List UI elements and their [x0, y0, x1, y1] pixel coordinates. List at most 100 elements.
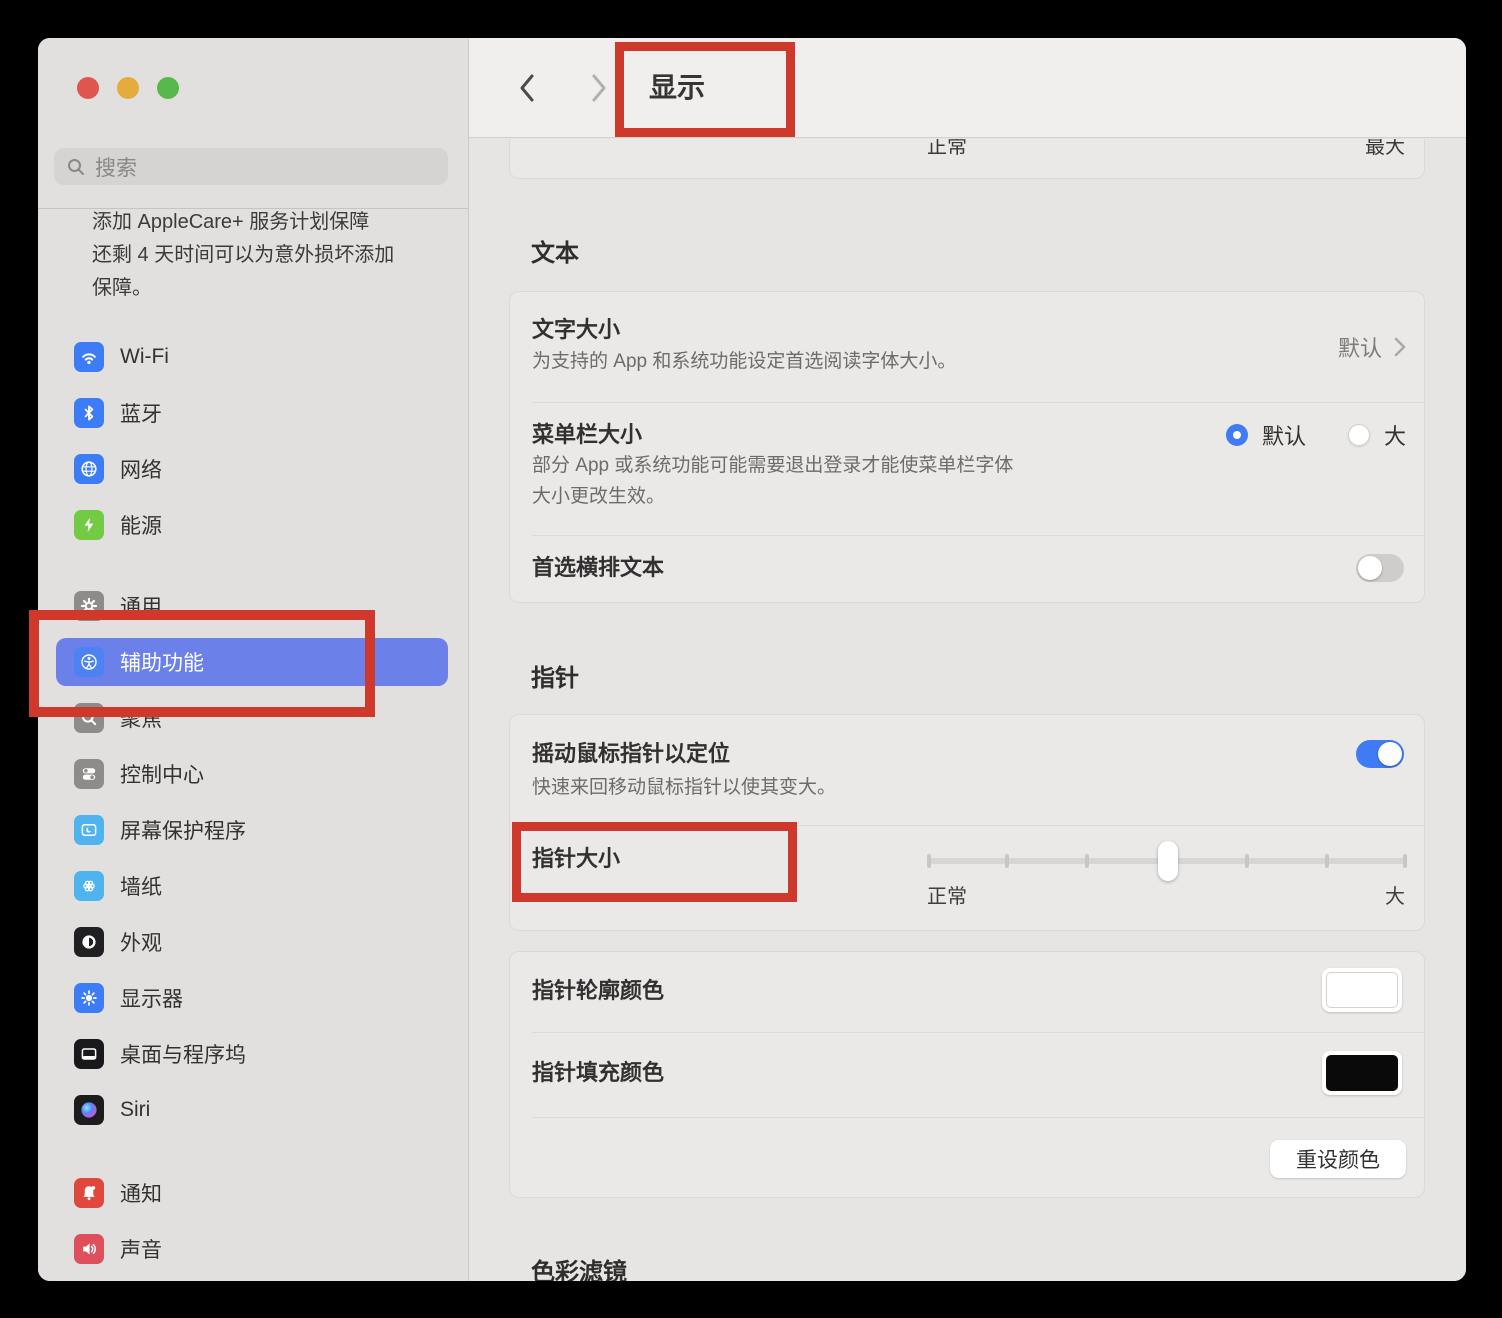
sidebar-item-siri[interactable]: Siri [56, 1086, 448, 1134]
wrap-text-toggle[interactable] [1356, 554, 1404, 582]
siri-icon [74, 1095, 104, 1125]
applecare-line3: 保障。 [92, 272, 454, 305]
shake-to-locate-title: 摇动鼠标指针以定位 [532, 741, 730, 767]
applecare-line1: 添加 AppleCare+ 服务计划保障 [92, 209, 454, 239]
fill-color-swatch[interactable] [1322, 1051, 1402, 1095]
toggles-icon [74, 759, 104, 789]
applecare-banner[interactable]: 添加 AppleCare+ 服务计划保障 还剩 4 天时间可以为意外损坏添加 保… [92, 209, 454, 321]
sidebar-item-displays[interactable]: 显示器 [56, 974, 448, 1022]
slider-tick [927, 854, 931, 868]
slider-tick [1245, 854, 1249, 868]
chevron-right-icon [591, 74, 607, 102]
sidebar-item-wallpaper[interactable]: 墙纸 [56, 862, 448, 910]
bell-icon [74, 1178, 104, 1208]
text-size-description: 为支持的 App 和系统功能设定首选阅读字体大小。 [532, 352, 956, 371]
slider-tick [1005, 854, 1009, 868]
pointer-size-slider[interactable] [927, 841, 1407, 881]
chevron-right-icon [1394, 337, 1406, 357]
text-size-title: 文字大小 [532, 317, 620, 343]
magnifier-icon [74, 703, 104, 733]
shake-to-locate-toggle[interactable] [1356, 740, 1404, 768]
wrap-text-title: 首选横排文本 [532, 555, 664, 581]
sun-icon [74, 983, 104, 1013]
sidebar-item-notifications[interactable]: 通知 [56, 1169, 448, 1217]
outline-color-title: 指针轮廓颜色 [532, 978, 664, 1004]
sidebar-item-screen-saver[interactable]: 屏幕保护程序 [56, 806, 448, 854]
speaker-icon [74, 1234, 104, 1264]
slider-max-label: 大 [1385, 887, 1405, 907]
menubar-size-description-2: 大小更改生效。 [532, 487, 665, 506]
pointer-card: 摇动鼠标指针以定位 快速来回移动鼠标指针以使其变大。 指针大小 正常 [509, 714, 1425, 931]
radio-default[interactable] [1226, 424, 1248, 446]
sidebar-item-wifi[interactable]: Wi-Fi [56, 333, 448, 381]
text-card: 文字大小 为支持的 App 和系统功能设定首选阅读字体大小。 默认 菜单栏大小 … [509, 291, 1425, 603]
outline-color-swatch[interactable] [1322, 968, 1402, 1012]
menubar-size-title: 菜单栏大小 [532, 422, 642, 448]
divider [532, 535, 1424, 536]
window-controls [77, 77, 179, 99]
text-size-value: 默认 [1338, 331, 1382, 363]
bluetooth-icon [74, 398, 104, 428]
sidebar-item-appearance[interactable]: 外观 [56, 918, 448, 966]
menubar-size-radio-group: 默认 大 [1226, 421, 1406, 449]
slider-tick [1085, 854, 1089, 868]
settings-window: 搜索 添加 AppleCare+ 服务计划保障 还剩 4 天时间可以为意外损坏添… [38, 38, 1466, 1281]
sidebar-item-desktop-dock[interactable]: 桌面与程序坞 [56, 1030, 448, 1078]
bolt-icon [74, 510, 104, 540]
divider [532, 825, 1424, 826]
divider [532, 1117, 1424, 1118]
back-button[interactable] [519, 74, 535, 107]
color-filters-heading: 色彩滤镜 [531, 1261, 627, 1281]
swatch-white [1326, 972, 1398, 1008]
text-size-value-button[interactable]: 默认 [1338, 331, 1406, 363]
sidebar-item-bluetooth[interactable]: 蓝牙 [56, 389, 448, 437]
toggle-knob [1358, 556, 1382, 580]
scroll-content: 正常 最大 文本 文字大小 为支持的 App 和系统功能设定首选阅读字体大小。 … [469, 139, 1466, 1281]
pointer-section-heading: 指针 [531, 667, 579, 691]
peek-left-label: 正常 [927, 139, 967, 157]
applecare-line2: 还剩 4 天时间可以为意外损坏添加 [92, 239, 454, 272]
radio-large-label: 大 [1384, 419, 1406, 451]
search-icon [66, 157, 86, 177]
pointer-size-title: 指针大小 [532, 846, 620, 872]
search-input[interactable]: 搜索 [54, 148, 448, 185]
wifi-icon [74, 342, 104, 372]
sidebar-item-sound[interactable]: 声音 [56, 1225, 448, 1273]
menubar-size-description-1: 部分 App 或系统功能可能需要退出登录才能使菜单栏字体 [532, 456, 1013, 475]
sidebar-item-spotlight[interactable]: 聚焦 [56, 694, 448, 742]
search-placeholder: 搜索 [95, 152, 137, 182]
screensaver-icon [74, 815, 104, 845]
page-title: 显示 [649, 38, 705, 138]
contrast-icon [74, 927, 104, 957]
accessibility-icon [74, 647, 104, 677]
zoom-button[interactable] [157, 77, 179, 99]
sidebar-item-network[interactable]: 网络 [56, 445, 448, 493]
toggle-knob [1378, 742, 1402, 766]
peek-card: 正常 最大 [509, 139, 1425, 179]
swatch-black [1326, 1055, 1398, 1091]
forward-button[interactable] [591, 74, 607, 107]
peek-right-label: 最大 [1365, 139, 1405, 157]
slider-thumb[interactable] [1158, 841, 1178, 881]
gear-icon [74, 591, 104, 621]
toolbar: 显示 [469, 38, 1466, 138]
close-button[interactable] [77, 77, 99, 99]
slider-tick [1325, 854, 1329, 868]
sidebar-item-accessibility[interactable]: 辅助功能 [56, 638, 448, 686]
shake-to-locate-description: 快速来回移动鼠标指针以使其变大。 [532, 778, 836, 797]
minimize-button[interactable] [117, 77, 139, 99]
slider-min-label: 正常 [927, 887, 967, 907]
sidebar-item-energy[interactable]: 能源 [56, 501, 448, 549]
globe-icon [74, 454, 104, 484]
radio-large[interactable] [1348, 424, 1370, 446]
slider-tick [1403, 854, 1407, 868]
divider [532, 402, 1424, 403]
sidebar-item-general[interactable]: 通用 [56, 582, 448, 630]
text-section-heading: 文本 [531, 242, 579, 266]
pointer-colors-card: 指针轮廓颜色 指针填充颜色 重设颜色 [509, 951, 1425, 1198]
sidebar-item-control-center[interactable]: 控制中心 [56, 750, 448, 798]
divider [532, 1032, 1424, 1033]
sidebar: 搜索 添加 AppleCare+ 服务计划保障 还剩 4 天时间可以为意外损坏添… [38, 38, 469, 1281]
reset-colors-button[interactable]: 重设颜色 [1270, 1140, 1406, 1178]
main-pane: 显示 正常 最大 文本 文字大小 为支持的 App 和系统功能设定首选阅读字体大… [469, 38, 1466, 1281]
